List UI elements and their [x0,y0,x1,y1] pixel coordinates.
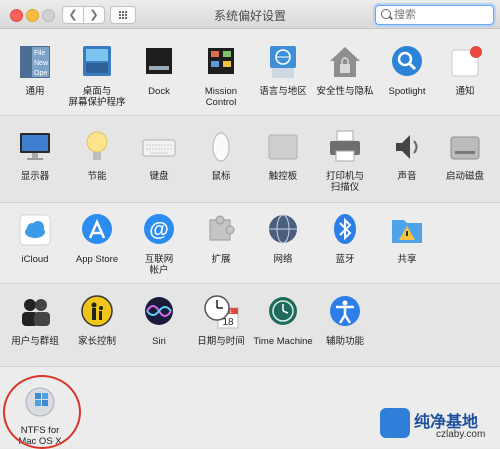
pref-printers-scanners[interactable]: 打印机与 扫描仪 [310,129,380,193]
pref-startup-disk[interactable]: 启动磁盘 [430,129,500,182]
folder-warning-icon [388,212,426,250]
pref-users-groups[interactable]: 用户与群组 [0,294,70,347]
keyboard-icon [140,129,178,167]
pref-energy-saver[interactable]: 节能 [62,129,132,182]
pref-keyboard[interactable]: 键盘 [124,129,194,182]
svg-text:Ope: Ope [34,70,47,77]
printer-icon [326,129,364,167]
house-lock-icon [326,44,364,82]
svg-text:File: File [34,50,45,57]
pref-security-privacy[interactable]: 安全性与隐私 [310,44,380,97]
pref-network[interactable]: 网络 [248,212,318,265]
pref-displays[interactable]: 显示器 [0,129,70,182]
notifications-icon [446,44,484,82]
search-input[interactable] [394,7,488,22]
pref-trackpad[interactable]: 触控板 [248,129,318,182]
pref-internet-accounts[interactable]: @ 互联网 帐户 [124,212,194,276]
pref-date-time[interactable]: JUL18 日期与时间 [186,294,256,347]
clock-calendar-icon: JUL18 [202,294,240,332]
magnifier-icon [388,44,426,82]
users-icon [16,294,54,332]
pref-notifications[interactable]: 通知 [430,44,500,97]
hard-drive-icon [446,129,484,167]
siri-icon [140,294,178,332]
pref-desktop-screensaver[interactable]: 桌面与 屏幕保护程序 [62,44,132,108]
watermark-logo-icon [380,408,410,438]
display-icon [16,129,54,167]
mission-control-icon [202,44,240,82]
highlight-circle [3,375,81,449]
svg-text:@: @ [149,219,169,241]
accessibility-icon [326,294,364,332]
bluetooth-icon [326,212,364,250]
pref-app-store[interactable]: App Store [62,212,132,265]
watermark-url: czlaby.com [436,429,486,440]
lightbulb-icon [78,129,116,167]
parental-controls-icon [78,294,116,332]
svg-text:18: 18 [222,317,234,328]
trackpad-icon [264,129,302,167]
pref-siri[interactable]: Siri [124,294,194,347]
pref-sharing[interactable]: 共享 [372,212,442,265]
watermark: 纯净基地 czlaby.com [380,402,498,446]
pref-mouse[interactable]: 鼠标 [186,129,256,182]
pref-mission-control[interactable]: Mission Control [186,44,256,108]
search-icon [381,9,391,19]
pref-time-machine[interactable]: Time Machine [248,294,318,347]
search-field[interactable] [375,5,494,25]
pref-extensions[interactable]: 扩展 [186,212,256,265]
at-sign-icon: @ [140,212,178,250]
svg-text:New: New [34,60,49,67]
mouse-icon [202,129,240,167]
globe-icon [264,212,302,250]
app-store-icon [78,212,116,250]
window-titlebar: ❮ ❯ 系统偏好设置 [0,0,500,29]
pref-general[interactable]: File New Ope 通用 [0,44,70,97]
cloud-icon [16,212,54,250]
pref-language-region[interactable]: 语言与地区 [248,44,318,97]
general-icon: File New Ope [16,44,54,82]
pref-bluetooth[interactable]: 蓝牙 [310,212,380,265]
time-machine-icon [264,294,302,332]
dock-icon [140,44,178,82]
pref-icloud[interactable]: iCloud [0,212,70,265]
pref-accessibility[interactable]: 辅助功能 [310,294,380,347]
language-region-icon [264,44,302,82]
pref-dock[interactable]: Dock [124,44,194,97]
desktop-screensaver-icon [78,44,116,82]
pref-parental-controls[interactable]: 家长控制 [62,294,132,347]
puzzle-icon [202,212,240,250]
speaker-icon [388,129,426,167]
